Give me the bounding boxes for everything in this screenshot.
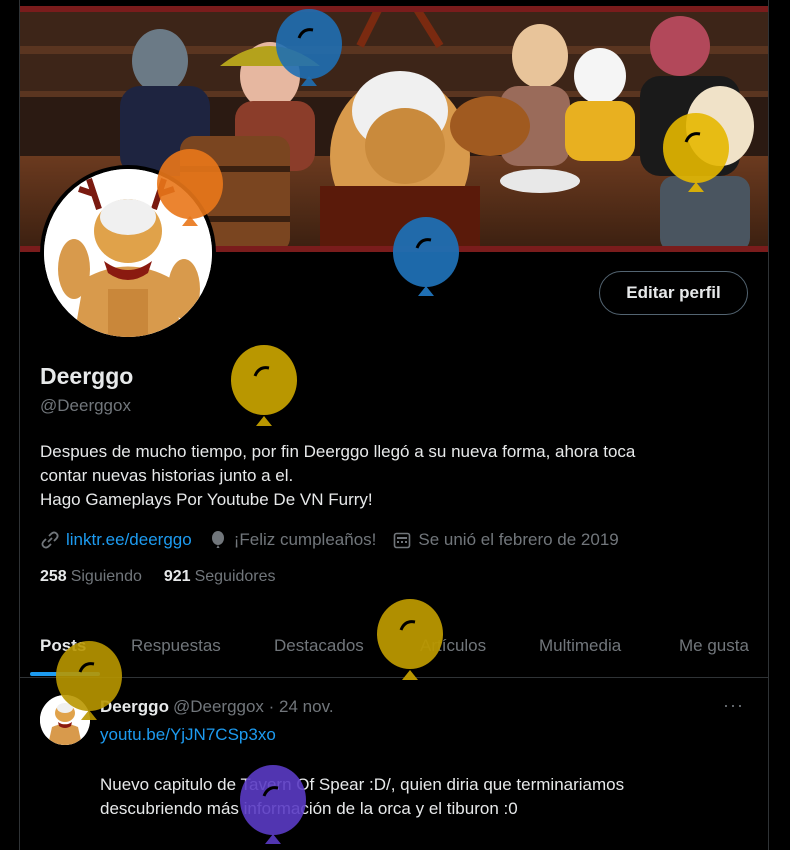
- link-icon: [41, 531, 59, 549]
- more-icon[interactable]: ···: [723, 695, 744, 716]
- joined-item: Se unió el febrero de 2019: [392, 530, 619, 550]
- tweet-text: Nuevo capitulo de Tavern Of Spear :D/, q…: [100, 773, 740, 821]
- birthday-text: ¡Feliz cumpleaños!: [233, 530, 377, 549]
- tab-highlights[interactable]: Destacados: [274, 636, 364, 656]
- bio-line: Hago Gameplays Por Youtube De VN Furry!: [40, 490, 373, 509]
- bio-line: Despues de mucho tiempo, por fin Deerggo…: [40, 442, 636, 461]
- tweet-link[interactable]: youtu.be/YjJN7CSp3xo: [100, 725, 276, 745]
- profile-page: Editar perfil Deerggo @Deerggox Despues …: [0, 0, 790, 850]
- tweet-header: Deerggo @Deerggox · 24 nov.: [100, 697, 334, 717]
- profile-meta: linktr.ee/deerggo ¡Feliz cumpleaños! Se …: [40, 528, 635, 552]
- birthday-item: ¡Feliz cumpleaños!: [208, 530, 377, 550]
- website-item[interactable]: linktr.ee/deerggo: [40, 530, 192, 550]
- tweet-text-line: Nuevo capitulo de Tavern Of Spear :D/, q…: [100, 775, 625, 794]
- edit-profile-button[interactable]: Editar perfil: [599, 271, 748, 315]
- followers-count: 921: [163, 568, 191, 585]
- tab-media[interactable]: Multimedia: [539, 636, 621, 656]
- calendar-icon: [394, 532, 411, 549]
- following-link[interactable]: 258 Siguiendo: [40, 568, 142, 586]
- joined-text: Se unió el febrero de 2019: [418, 530, 619, 549]
- display-name: Deerggo: [40, 363, 134, 389]
- followers-label: Seguidores: [194, 568, 276, 585]
- tab-likes[interactable]: Me gusta: [679, 636, 749, 656]
- balloon-icon: [211, 531, 224, 548]
- followers-link[interactable]: 921 Seguidores: [164, 568, 276, 586]
- balloon-icon: [276, 9, 342, 86]
- bio-line: contar nuevas historias junto a el.: [40, 466, 294, 485]
- website-link[interactable]: linktr.ee/deerggo: [66, 530, 192, 550]
- balloon-icon: [663, 113, 729, 192]
- tweet-handle-time[interactable]: @Deerggox · 24 nov.: [173, 697, 334, 716]
- tweet-text-line: descubriendo más información de la orca …: [100, 799, 518, 818]
- balloon-icon: [157, 149, 223, 226]
- balloon-icon: [377, 599, 443, 680]
- banner-top-trim: [20, 6, 768, 12]
- following-label: Siguiendo: [70, 568, 142, 585]
- balloon-icon: [231, 345, 297, 426]
- tab-replies[interactable]: Respuestas: [131, 636, 221, 656]
- balloon-icon: [240, 765, 306, 844]
- tweet[interactable]: Deerggo @Deerggox · 24 nov. ··· youtu.be/…: [20, 679, 768, 850]
- balloon-icon: [393, 217, 459, 296]
- profile-bio: Despues de mucho tiempo, por fin Deerggo…: [40, 440, 740, 512]
- balloon-icon: [56, 641, 122, 720]
- follow-stats: 258 Siguiendo 921 Seguidores: [40, 568, 298, 586]
- column-border-right: [768, 0, 769, 850]
- user-handle: @Deerggox: [40, 396, 131, 415]
- following-count: 258: [40, 568, 67, 585]
